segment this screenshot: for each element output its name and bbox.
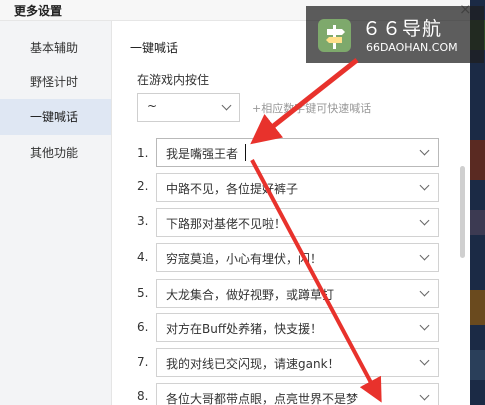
- annotation-arrows: [250, 58, 382, 403]
- arrow-to-first-message: [250, 58, 359, 145]
- arrow-down-list: [250, 159, 382, 403]
